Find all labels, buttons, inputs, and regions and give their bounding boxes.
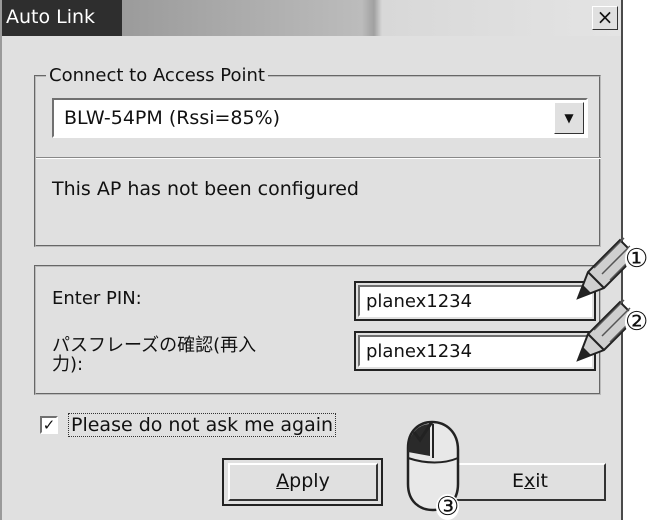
dont-ask-checkbox[interactable]: ✓ (40, 416, 58, 434)
dropdown-arrow-icon[interactable]: ▼ (554, 102, 584, 134)
dont-ask-label[interactable]: Please do not ask me again (68, 413, 337, 437)
exit-mnemonic: x (524, 470, 536, 492)
window-title: Auto Link (6, 6, 96, 28)
pin-confirm-input[interactable] (360, 337, 590, 365)
group-divider (36, 157, 601, 159)
exit-label-rest: it (535, 470, 548, 492)
access-point-select[interactable]: BLW-54PM (Rssi=85%) ▼ (52, 98, 588, 138)
apply-mnemonic: A (276, 470, 290, 492)
apply-button[interactable]: Apply (228, 463, 378, 501)
exit-button[interactable]: Exit (454, 463, 606, 501)
mouse-click-icon (406, 420, 460, 512)
apply-label-rest: pply (289, 470, 330, 492)
pin-confirm-label: パスフレーズの確認(再入 力): (52, 335, 257, 375)
callout-2-marker: ② (625, 307, 649, 337)
close-button[interactable]: × (592, 6, 618, 30)
pin-label: Enter PIN: (52, 288, 142, 309)
auto-link-dialog: Auto Link × Connect to Access Point BLW-… (0, 0, 623, 520)
pin-confirm-input-field[interactable] (358, 335, 592, 367)
exit-label-pre: E (512, 470, 525, 492)
callout-3-marker: ③ (436, 492, 460, 522)
title-bar: Auto Link × (2, 0, 621, 36)
access-point-legend: Connect to Access Point (46, 65, 268, 86)
status-message: This AP has not been configured (52, 178, 359, 200)
access-point-selected-value: BLW-54PM (Rssi=85%) (64, 107, 281, 129)
pin-input-field[interactable] (358, 285, 592, 317)
callout-1-marker: ① (625, 244, 649, 274)
pin-input[interactable] (360, 287, 590, 315)
